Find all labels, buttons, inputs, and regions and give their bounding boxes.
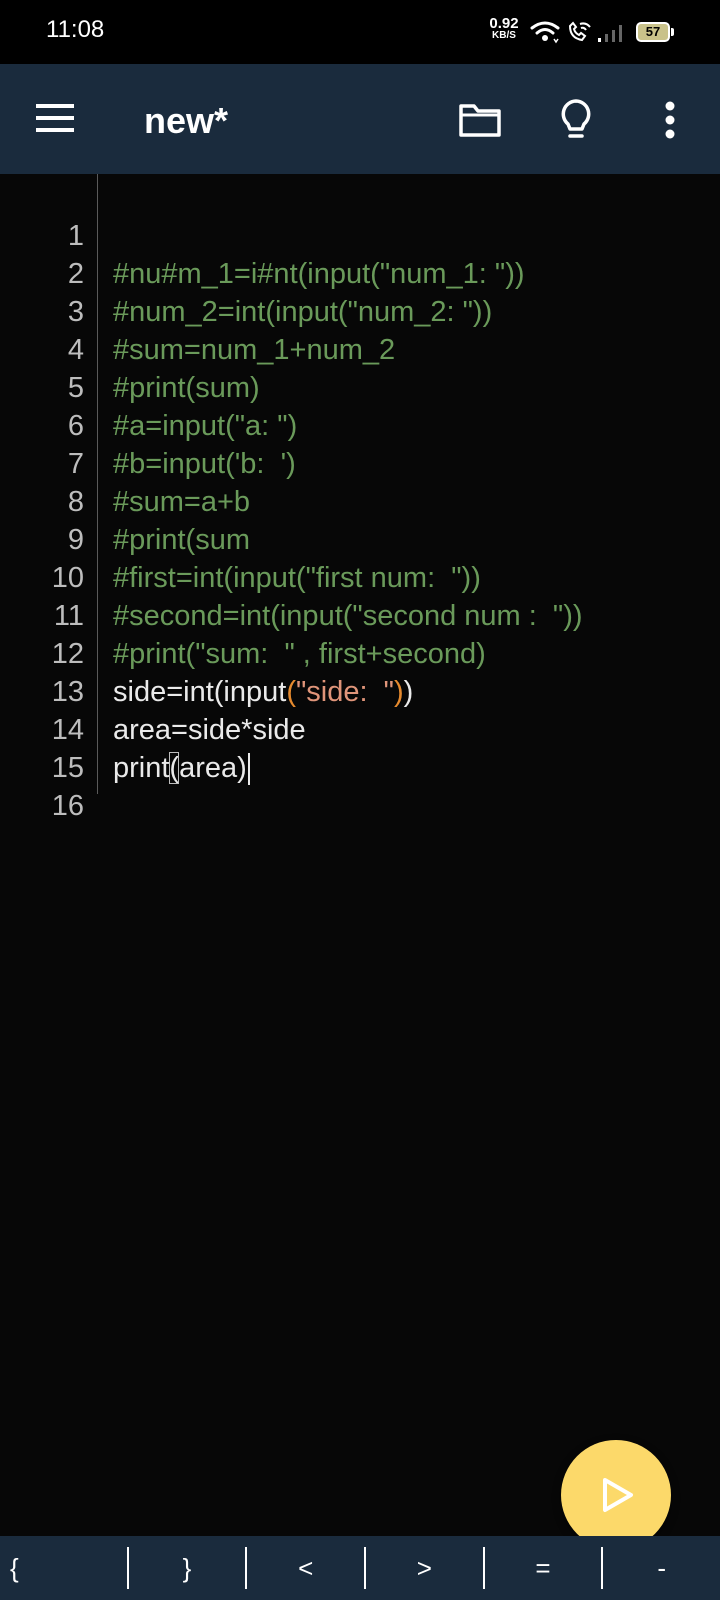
symbol-bar: { } < > = - — [0, 1536, 720, 1600]
code-line[interactable]: 4 #print(sum) — [0, 293, 720, 404]
symbol-key-open-brace[interactable]: { — [0, 1536, 127, 1600]
play-icon — [603, 1478, 633, 1512]
more-vert-icon[interactable] — [662, 100, 678, 140]
symbol-key-close-brace[interactable]: } — [129, 1536, 246, 1600]
lightbulb-icon[interactable] — [560, 98, 592, 142]
status-time: 11:08 — [46, 16, 105, 43]
code-line[interactable]: 7 #sum=a+b — [0, 407, 720, 518]
file-title: new* — [144, 100, 229, 141]
symbol-key-less-than[interactable]: < — [247, 1536, 364, 1600]
code-line[interactable]: 15 — [0, 711, 720, 784]
line-number: 16 — [51, 790, 84, 822]
code-line[interactable]: 9 #first=int(input("first num: ")) — [0, 483, 720, 594]
run-button[interactable] — [561, 1440, 671, 1550]
code-line[interactable]: 14 print(area) — [0, 673, 720, 786]
network-speed: 0.92 KB/S — [486, 16, 522, 41]
code-line[interactable]: 5 #a=input("a: ") — [0, 331, 720, 442]
battery-icon: 57 — [636, 22, 670, 42]
wifi-icon — [530, 21, 560, 44]
symbol-key-minus[interactable]: - — [603, 1536, 720, 1600]
network-speed-value: 0.92 — [489, 15, 519, 32]
code-line[interactable]: 1 #nu#m_1=i#nt(input("num_1: ")) — [0, 179, 720, 290]
symbol-key-equals[interactable]: = — [485, 1536, 602, 1600]
menu-icon[interactable] — [36, 104, 76, 134]
code-editor[interactable]: 1 #nu#m_1=i#nt(input("num_1: ")) 2 #num_… — [0, 174, 720, 1536]
wifi-call-icon — [568, 21, 591, 42]
code-line[interactable]: 2 #num_2=int(input("num_2: ")) — [0, 217, 720, 328]
symbol-key-greater-than[interactable]: > — [366, 1536, 483, 1600]
code-line[interactable]: 8 #print(sum — [0, 445, 720, 556]
code-line[interactable]: 13 area=side*side — [0, 635, 720, 746]
code-line[interactable]: 12 side=int(input("side: ")) — [0, 597, 720, 708]
signal-icon — [598, 25, 622, 42]
code-line[interactable]: 11 #print("sum: " , first+second) — [0, 559, 720, 670]
screen: 11:08 0.92 KB/S 57 new* 1 #nu#m_1=i#nt(i… — [0, 0, 720, 1600]
status-bar: 11:08 0.92 KB/S 57 — [0, 0, 720, 64]
network-speed-unit: KB/S — [492, 30, 516, 41]
folder-icon[interactable] — [458, 102, 502, 138]
app-toolbar: new* — [0, 64, 720, 174]
battery-tip — [671, 28, 674, 36]
code-line[interactable]: 16 — [0, 749, 720, 822]
code-line[interactable]: 3 #sum=num_1+num_2 — [0, 255, 720, 366]
code-line[interactable]: 6 #b=input('b: ') — [0, 369, 720, 480]
code-line[interactable]: 10 #second=int(input("second num : ")) — [0, 521, 720, 632]
